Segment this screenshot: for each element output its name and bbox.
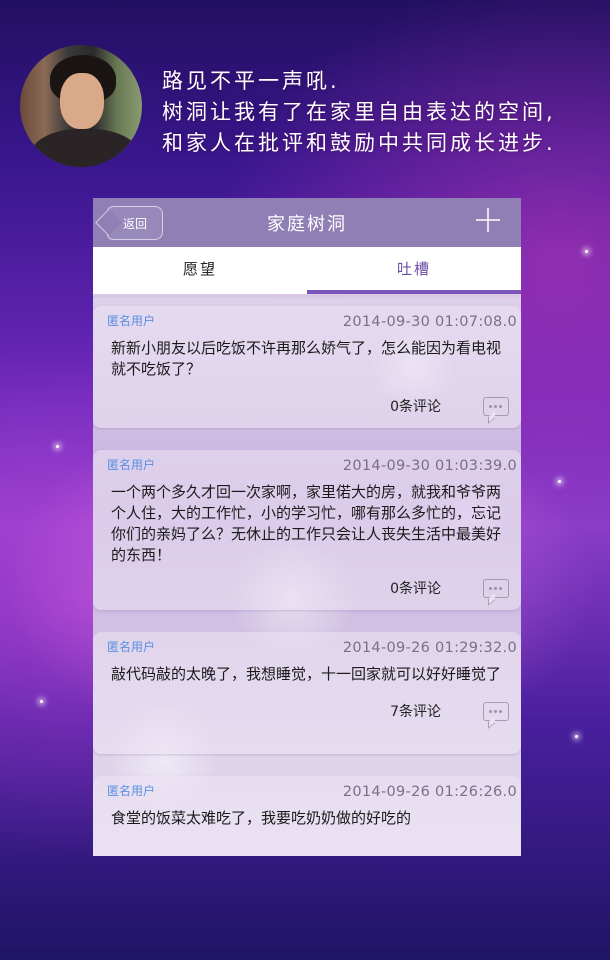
post-user: 匿名用户 [107,784,156,798]
comment-count[interactable]: 7条评论 [390,701,441,721]
top-bar: 返回 家庭树洞 [93,198,521,247]
sparkle [40,700,43,703]
post-user: 匿名用户 [107,640,156,654]
post-time: 2014-09-30 01:07:08.0 [342,314,517,330]
post-card[interactable]: 匿名用户 2014-09-30 01:07:08.0 新新小朋友以后吃饭不许再那… [93,306,521,428]
page-title: 家庭树洞 [267,213,347,235]
post-content: 新新小朋友以后吃饭不许再那么娇气了，怎么能因为看电视就不吃饭了？ [111,339,502,378]
comment-icon[interactable] [483,396,509,416]
sparkle [558,480,561,483]
quote-line-1: 路见不平一声吼. [162,69,340,93]
post-user: 匿名用户 [107,314,156,328]
post-content: 一个两个多久才回一次家啊，家里偌大的房，就我和爷爷两个人住，大的工作忙，小的学习… [111,483,502,564]
tab-wishes[interactable]: 愿望 [93,247,307,294]
post-card[interactable]: 匿名用户 2014-09-26 01:26:26.0 食堂的饭菜太难吃了，我要吃… [93,776,521,856]
post-content: 食堂的饭菜太难吃了，我要吃奶奶做的好吃的 [111,809,412,827]
post-user: 匿名用户 [107,458,156,472]
post-content: 敲代码敲的太晚了，我想睡觉，十一回家就可以好好睡觉了 [111,665,502,683]
post-list[interactable]: 匿名用户 2014-09-30 01:07:08.0 新新小朋友以后吃饭不许再那… [93,298,521,856]
comment-icon[interactable] [483,701,509,721]
back-button[interactable]: 返回 [107,206,163,240]
tab-bar: 愿望 吐槽 [93,247,521,294]
plus-icon[interactable] [473,205,503,235]
post-card[interactable]: 匿名用户 2014-09-26 01:29:32.0 敲代码敲的太晚了，我想睡觉… [93,632,521,754]
comment-icon[interactable] [483,578,509,598]
post-time: 2014-09-26 01:26:26.0 [342,784,517,800]
sparkle [56,445,59,448]
post-time: 2014-09-26 01:29:32.0 [342,640,517,656]
quote-text: 路见不平一声吼. 树洞让我有了在家里自由表达的空间, 和家人在批评和鼓励中共同成… [162,66,556,159]
app-screen: 返回 家庭树洞 愿望 吐槽 匿名用户 2014-09-30 01:07:08.0… [93,198,521,856]
sparkle [585,250,588,253]
avatar [20,45,142,167]
sparkle [575,735,578,738]
quote-line-2: 树洞让我有了在家里自由表达的空间, [162,100,556,124]
quote-line-3: 和家人在批评和鼓励中共同成长进步. [162,131,556,155]
post-time: 2014-09-30 01:03:39.0 [342,458,517,474]
active-tab-indicator [307,290,521,294]
post-card[interactable]: 匿名用户 2014-09-30 01:03:39.0 一个两个多久才回一次家啊，… [93,450,521,610]
comment-count[interactable]: 0条评论 [390,578,441,598]
comment-count[interactable]: 0条评论 [390,396,441,416]
tab-complaints[interactable]: 吐槽 [307,247,521,294]
